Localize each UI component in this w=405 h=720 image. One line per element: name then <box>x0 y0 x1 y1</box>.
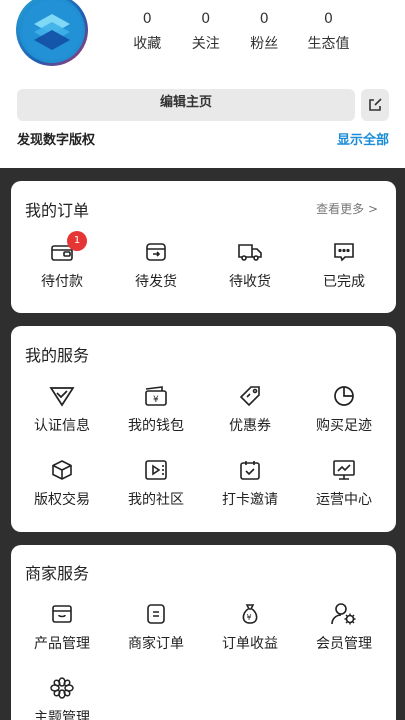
services-card: 我的服务 认证信息 ¥ 我的钱包 优惠券 购买足迹 版权交易 我的社区 打卡邀请… <box>11 326 396 532</box>
order-pending-payment[interactable]: 1 待付款 <box>14 231 110 291</box>
user-gear-icon <box>331 603 356 625</box>
money-bag-icon: ¥ <box>242 604 258 624</box>
orders-card: 我的订单 查看更多 > 1 待付款 待发货 待收货 已完成 <box>11 181 396 313</box>
merchant-order-revenue[interactable]: ¥ 订单收益 <box>202 601 298 653</box>
order-label: 已完成 <box>323 274 365 290</box>
order-pending-receipt[interactable]: 待收货 <box>202 239 298 291</box>
svg-text:¥: ¥ <box>247 613 252 622</box>
truck-icon <box>238 244 262 261</box>
chat-dots-icon <box>334 243 354 262</box>
service-wallet[interactable]: ¥ 我的钱包 <box>108 383 204 435</box>
service-community[interactable]: 我的社区 <box>108 457 204 509</box>
merchant-product-management[interactable]: 产品管理 <box>14 601 110 653</box>
service-label: 我的钱包 <box>128 418 184 434</box>
service-coupons[interactable]: 优惠券 <box>202 383 298 435</box>
stat-label: 生态值 <box>307 36 350 52</box>
stat-value: 0 <box>324 11 333 27</box>
profile-header: 0 收藏 0 关注 0 粉丝 0 生态值 编辑主页 发现数字版权 显示全部 <box>0 0 405 168</box>
coupon-tag-icon <box>239 386 260 407</box>
merchant-member-management[interactable]: 会员管理 <box>296 601 392 653</box>
profile-stats: 0 收藏 0 关注 0 粉丝 0 生态值 <box>118 8 398 55</box>
order-pending-shipment[interactable]: 待发货 <box>108 239 204 291</box>
archive-box-icon <box>52 605 72 623</box>
merchant-label: 产品管理 <box>34 636 90 652</box>
stat-value: 0 <box>201 11 211 27</box>
avatar[interactable] <box>16 0 88 66</box>
service-copyright-trading[interactable]: 版权交易 <box>14 457 110 509</box>
service-label: 我的社区 <box>128 492 184 508</box>
discover-copyright-title: 发现数字版权 <box>17 133 96 148</box>
merchant-card: 商家服务 产品管理 商家订单 ¥ 订单收益 会员管理 主题管理 <box>11 545 396 720</box>
stat-eco-value[interactable]: 0 生态值 <box>294 8 364 55</box>
service-label: 购买足迹 <box>316 418 372 434</box>
merchant-label: 商家订单 <box>128 636 184 652</box>
video-icon <box>145 460 167 480</box>
services-title: 我的服务 <box>25 346 90 365</box>
stat-label: 关注 <box>191 36 220 52</box>
stat-following[interactable]: 0 关注 <box>177 8 236 55</box>
service-label: 优惠券 <box>229 418 271 434</box>
layers-logo-icon <box>19 0 85 63</box>
verify-icon <box>49 387 75 407</box>
stat-value: 0 <box>142 11 152 27</box>
orders-more-link[interactable]: 查看更多 > <box>316 200 378 217</box>
flower-icon <box>50 677 74 699</box>
monitor-icon <box>333 460 355 480</box>
ship-box-icon <box>146 243 166 261</box>
calendar-check-icon <box>240 461 260 480</box>
service-label: 认证信息 <box>34 418 90 434</box>
stat-value: 0 <box>259 11 269 27</box>
purse-icon: ¥ <box>145 386 167 406</box>
service-label: 版权交易 <box>34 492 90 508</box>
service-purchase-history[interactable]: 购买足迹 <box>296 383 392 435</box>
service-check-in-invite[interactable]: 打卡邀请 <box>202 457 298 509</box>
order-label: 待收货 <box>229 274 271 290</box>
svg-text:¥: ¥ <box>153 395 159 405</box>
merchant-orders[interactable]: 商家订单 <box>108 601 204 653</box>
service-operation-center[interactable]: 运营中心 <box>296 457 392 509</box>
list-doc-icon <box>147 604 165 624</box>
merchant-label: 会员管理 <box>316 636 372 652</box>
stat-label: 收藏 <box>133 36 162 52</box>
merchant-theme-management[interactable]: 主题管理 <box>14 675 110 720</box>
service-label: 运营中心 <box>316 492 372 508</box>
merchant-title: 商家服务 <box>25 564 90 583</box>
stat-followers[interactable]: 0 粉丝 <box>235 8 294 55</box>
order-label: 待发货 <box>135 274 177 290</box>
order-completed[interactable]: 已完成 <box>296 239 392 291</box>
service-verification[interactable]: 认证信息 <box>14 383 110 435</box>
pie-icon <box>334 386 354 406</box>
cube-icon <box>52 460 72 480</box>
order-count-badge: 1 <box>67 231 87 251</box>
merchant-label: 订单收益 <box>222 636 278 652</box>
show-all-link[interactable]: 显示全部 <box>337 129 389 148</box>
edit-icon-button[interactable] <box>361 89 389 121</box>
edit-profile-button[interactable]: 编辑主页 <box>17 89 355 121</box>
edit-icon <box>369 98 382 111</box>
service-label: 打卡邀请 <box>222 492 278 508</box>
orders-title: 我的订单 <box>25 201 90 220</box>
stat-label: 粉丝 <box>250 36 279 52</box>
order-label: 待付款 <box>41 274 83 290</box>
merchant-label: 主题管理 <box>34 710 90 720</box>
stat-favorites[interactable]: 0 收藏 <box>118 8 177 55</box>
